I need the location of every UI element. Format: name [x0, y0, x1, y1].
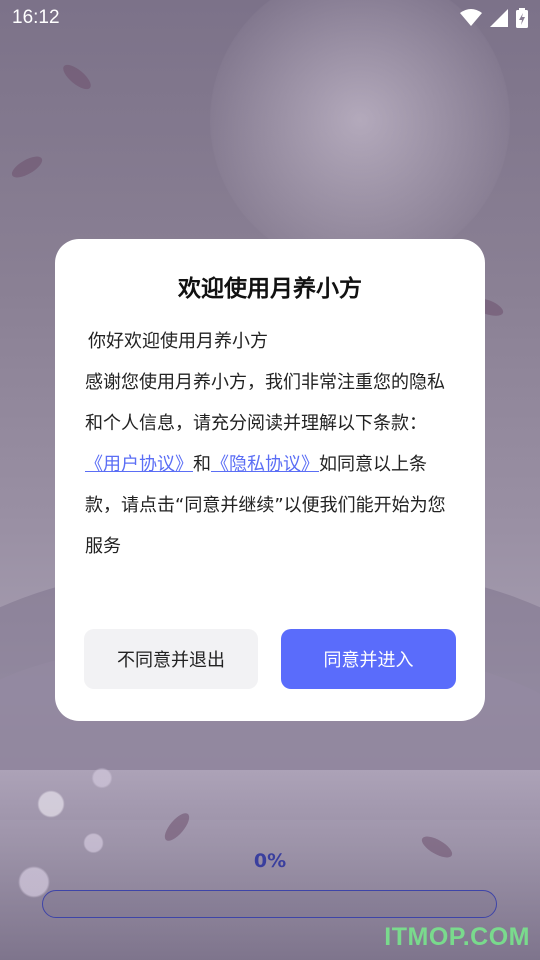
status-time: 16:12	[12, 7, 60, 28]
privacy-policy-link[interactable]: 《隐私协议》	[211, 454, 319, 475]
dialog-title: 欢迎使用月养小方	[178, 276, 362, 302]
and-text: 和	[193, 454, 211, 475]
intro-text: 感谢您使用月养小方，我们非常注重您的隐私和个人信息，请充分阅读并理解以下条款：	[85, 372, 445, 434]
user-agreement-link[interactable]: 《用户协议》	[85, 454, 193, 475]
moon-decoration	[210, 0, 510, 270]
privacy-dialog: 欢迎使用月养小方 你好欢迎使用月养小方 感谢您使用月养小方，我们非常注重您的隐私…	[55, 239, 485, 721]
wifi-icon	[460, 9, 482, 27]
battery-charging-icon	[516, 8, 528, 28]
status-icons	[460, 8, 528, 28]
dialog-body: 你好欢迎使用月养小方 感谢您使用月养小方，我们非常注重您的隐私和个人信息，请充分…	[85, 321, 459, 567]
watermark-logo: ITMOP.COM	[384, 923, 530, 951]
leaf-decoration	[8, 152, 46, 182]
greeting-text: 你好欢迎使用月养小方	[88, 331, 268, 352]
progress-bar	[42, 890, 497, 918]
decline-exit-button[interactable]: 不同意并退出	[84, 629, 258, 689]
status-bar: 16:12	[0, 0, 540, 36]
signal-icon	[490, 9, 508, 27]
leaf-decoration	[59, 60, 95, 94]
flowers-decoration	[0, 700, 170, 960]
consent-paragraph: 《用户协议》和《隐私协议》如同意以上条款，请点击“同意并继续”以便我们能开始为您…	[85, 444, 459, 567]
progress-percent: 0%	[253, 850, 287, 872]
agree-enter-button[interactable]: 同意并进入	[281, 629, 456, 689]
